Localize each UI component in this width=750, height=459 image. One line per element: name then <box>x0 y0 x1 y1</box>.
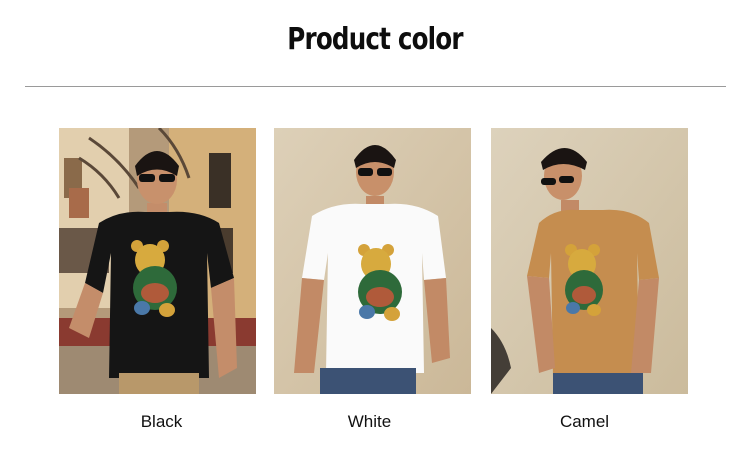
bear-print-graphic <box>565 244 603 316</box>
page-title: Product color <box>287 22 463 57</box>
color-label-black: Black <box>140 412 183 431</box>
product-photo-white[interactable] <box>274 128 471 394</box>
product-photo-camel[interactable] <box>491 128 688 394</box>
color-label-camel: Camel <box>559 412 610 431</box>
color-label-white: White <box>347 412 392 431</box>
product-photo-black[interactable] <box>59 128 256 394</box>
title-divider <box>25 86 726 87</box>
